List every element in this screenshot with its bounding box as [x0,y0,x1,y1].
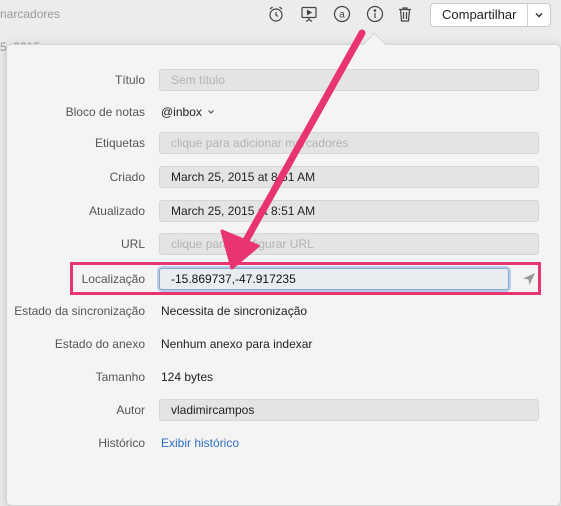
title-label: Título [114,73,145,87]
share-button[interactable]: Compartilhar [431,4,529,26]
history-link[interactable]: Exibir histórico [161,432,239,454]
row-atualizado: Atualizado March 25, 2015 at 8:51 AM [0,200,561,222]
at-sign-icon[interactable]: a [332,4,352,24]
created-label: Criado [109,170,145,184]
sync-status-label: Estado da sincronização [14,304,145,318]
info-icon[interactable] [365,4,385,24]
notebook-value: @inbox [161,105,202,119]
row-criado: Criado March 25, 2015 at 8:51 AM [0,166,561,188]
row-estado-anexo: Estado do anexo Nenhum anexo para indexa… [0,333,561,355]
row-tamanho: Tamanho 124 bytes [0,366,561,388]
attachment-status-value: Nenhum anexo para indexar [161,337,313,351]
author-field[interactable]: vladimircampos [159,399,539,421]
alarm-clock-icon[interactable] [266,4,286,24]
row-historico: Histórico Exibir histórico [0,432,561,454]
url-field[interactable]: clique para configurar URL [159,233,539,255]
chevron-down-icon [535,12,543,18]
annotation-highlight-box [70,262,541,295]
trash-icon[interactable] [395,4,415,24]
updated-field[interactable]: March 25, 2015 at 8:51 AM [159,200,539,222]
history-label: Histórico [98,436,145,450]
row-etiquetas: Etiquetas clique para adicionar marcador… [0,132,561,154]
notebook-selector[interactable]: @inbox [161,101,215,123]
background-note-text: narcadores [0,7,61,21]
title-field[interactable]: Sem título [159,69,539,91]
svg-text:a: a [339,10,345,21]
attachment-status-label: Estado do anexo [54,337,145,351]
tags-field[interactable]: clique para adicionar marcadores [159,132,539,154]
share-menu-button[interactable] [528,4,550,26]
row-url: URL clique para configurar URL [0,233,561,255]
presentation-icon[interactable] [299,4,319,24]
row-titulo: Título Sem título [0,69,561,91]
size-label: Tamanho [95,370,145,384]
notebook-label: Bloco de notas [65,105,145,119]
row-estado-sync: Estado da sincronização Necessita de sin… [0,300,561,322]
size-value: 124 bytes [161,370,214,384]
share-button-group: Compartilhar [430,3,552,27]
sync-status-value: Necessita de sincronização [161,304,308,318]
author-label: Autor [116,403,145,417]
row-autor: Autor vladimircampos [0,399,561,421]
row-bloco: Bloco de notas @inbox [0,101,561,123]
updated-label: Atualizado [88,204,145,218]
created-field[interactable]: March 25, 2015 at 8:51 AM [159,166,539,188]
tags-label: Etiquetas [94,136,145,150]
url-label: URL [120,237,145,251]
chevron-down-icon [207,110,214,114]
